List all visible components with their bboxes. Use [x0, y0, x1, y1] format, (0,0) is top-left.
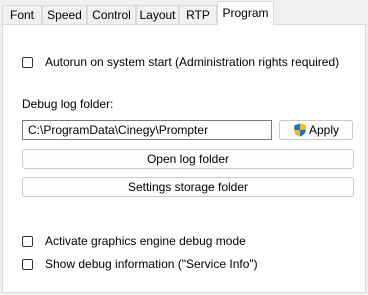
apply-label: Apply [308, 123, 340, 137]
tab-layout[interactable]: Layout [136, 5, 179, 24]
tab-control[interactable]: Control [87, 5, 136, 24]
graphics-debug-option[interactable]: Activate graphics engine debug mode [22, 234, 246, 248]
uac-shield-icon [294, 123, 306, 137]
tab-speed[interactable]: Speed [42, 5, 87, 24]
service-info-option[interactable]: Show debug information ("Service Info") [22, 257, 258, 271]
debug-log-folder-input[interactable]: C:\ProgramData\Cinegy\Prompter [22, 120, 272, 140]
tab-font[interactable]: Font [2, 5, 42, 24]
debug-log-folder-label: Debug log folder: [22, 97, 114, 111]
autorun-label: Autorun on system start (Administration … [45, 55, 340, 69]
autorun-option[interactable]: Autorun on system start (Administration … [22, 55, 339, 69]
graphics-debug-label: Activate graphics engine debug mode [45, 234, 246, 248]
graphics-debug-checkbox[interactable] [22, 235, 33, 247]
tab-program[interactable]: Program [217, 1, 274, 25]
service-info-checkbox[interactable] [22, 258, 33, 270]
autorun-checkbox[interactable] [22, 56, 33, 68]
apply-button[interactable]: Apply [279, 120, 353, 140]
tab-rtp[interactable]: RTP [179, 5, 217, 24]
open-log-folder-button[interactable]: Open log folder [22, 149, 354, 169]
service-info-label: Show debug information ("Service Info") [45, 257, 258, 271]
settings-storage-folder-button[interactable]: Settings storage folder [22, 177, 354, 197]
program-settings-panel: Autorun on system start (Administration … [2, 24, 366, 293]
